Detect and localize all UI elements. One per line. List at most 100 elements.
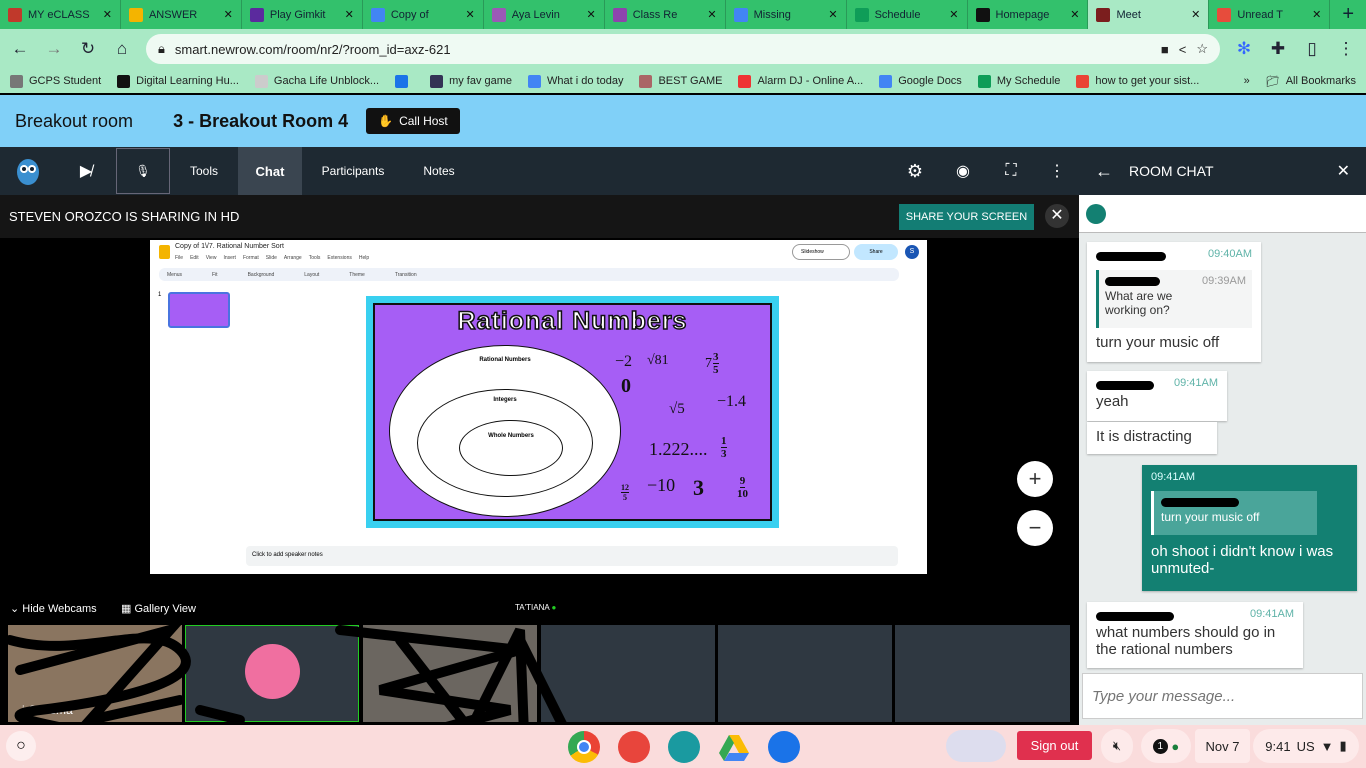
zoom-in-button[interactable]: + — [1017, 461, 1053, 497]
user-camera-icon[interactable]: ◉ — [939, 147, 987, 195]
home-icon[interactable]: ⌂ — [112, 39, 132, 59]
browser-tab[interactable]: Missing ✕ — [726, 0, 847, 29]
chat-header: ← ROOM CHAT ✕ — [1079, 147, 1366, 195]
sharing-bar: STEVEN OROZCO IS SHARING IN HD SHARE YOU… — [0, 195, 1079, 238]
browser-tab[interactable]: Play Gimkit ✕ — [242, 0, 363, 29]
tab-notes[interactable]: Notes — [404, 147, 474, 195]
bookmark[interactable]: Digital Learning Hu... — [117, 74, 239, 88]
classroom-app-icon[interactable] — [668, 731, 700, 763]
launcher-button[interactable]: ○ — [6, 731, 36, 761]
new-tab-button[interactable]: + — [1330, 3, 1366, 26]
close-tab-icon[interactable]: ✕ — [1191, 8, 1200, 21]
close-icon[interactable]: ✕ — [1337, 161, 1350, 181]
drive-icon[interactable] — [718, 731, 750, 763]
menu-icon[interactable]: ⋮ — [1336, 39, 1356, 59]
chat-message: It is distracting — [1087, 422, 1217, 454]
forward-icon[interactable]: → — [44, 39, 64, 59]
canvas-app-icon[interactable] — [618, 731, 650, 763]
zoom-out-button[interactable]: − — [1017, 510, 1053, 546]
close-tab-icon[interactable]: ✕ — [345, 8, 354, 21]
tab-title: ANSWER — [148, 8, 198, 21]
fraction: 35 — [713, 351, 719, 376]
close-tab-icon[interactable]: ✕ — [586, 8, 595, 21]
close-tab-icon[interactable]: ✕ — [466, 8, 475, 21]
message-text: oh shoot i didn't know i was unmuted- — [1151, 543, 1334, 577]
webcam-tile — [718, 625, 892, 722]
back-icon[interactable]: ← — [10, 39, 30, 59]
star-icon[interactable]: ☆ — [1196, 41, 1208, 57]
camera-app-icon[interactable] — [768, 731, 800, 763]
tab-favicon-icon — [733, 7, 748, 22]
bookmark[interactable]: My Schedule — [977, 74, 1060, 88]
gear-icon[interactable]: ⚙ — [891, 147, 939, 195]
tote-thumbnail[interactable] — [946, 730, 1006, 762]
mic-off-icon[interactable]: 🎙︎ — [116, 148, 170, 194]
slide-thumbnail — [168, 292, 230, 328]
browser-tab[interactable]: Copy of ✕ — [363, 0, 484, 29]
close-tab-icon[interactable]: ✕ — [224, 8, 233, 21]
fullscreen-icon[interactable]: ⛶ — [987, 147, 1035, 195]
camera-off-icon[interactable]: ▶︎̸ — [56, 147, 116, 195]
all-bookmarks[interactable]: 📁︎ All Bookmarks — [1266, 75, 1356, 88]
close-tab-icon[interactable]: ✕ — [949, 8, 958, 21]
call-host-button[interactable]: ✋ Call Host — [366, 108, 460, 134]
close-tab-icon[interactable]: ✕ — [1070, 8, 1079, 21]
date[interactable]: Nov 7 — [1195, 729, 1250, 763]
notification-count: 1 — [1152, 738, 1168, 754]
browser-tab[interactable]: Homepage ✕ — [968, 0, 1089, 29]
browser-tab[interactable]: Class Re ✕ — [605, 0, 726, 29]
chat-message-input[interactable] — [1082, 673, 1363, 719]
slides-menu-item: Edit — [190, 255, 199, 261]
chrome-icon[interactable] — [568, 731, 600, 763]
camera-icon[interactable]: ■ — [1161, 42, 1169, 57]
tab-chat[interactable]: Chat — [238, 147, 302, 195]
room-toolbar: ▶︎̸ 🎙︎ Tools Chat Participants Notes ⚙ ◉… — [0, 147, 1079, 195]
browser-tab[interactable]: ANSWER ✕ — [121, 0, 242, 29]
tab-tools[interactable]: Tools — [170, 147, 238, 195]
back-icon[interactable]: ← — [1095, 161, 1113, 182]
browser-tab[interactable]: Aya Levin ✕ — [484, 0, 605, 29]
slides-toolbar: Menus Fit Background Layout Theme Transition — [159, 268, 899, 281]
sign-out-button[interactable]: Sign out — [1017, 731, 1092, 760]
close-tab-icon[interactable]: ✕ — [103, 8, 112, 21]
bookmark[interactable] — [395, 74, 414, 88]
close-icon[interactable]: ✕ — [1045, 204, 1069, 228]
slides-menu-item: Slide — [265, 255, 277, 261]
slide-fraction: 9 10 — [737, 475, 748, 500]
status-tray[interactable]: 9:41 US ▼ ▮ — [1253, 729, 1359, 763]
message-text: what numbers should go in the rational n… — [1096, 624, 1276, 658]
extension-icon[interactable]: ✻ — [1234, 39, 1254, 59]
chat-icon[interactable] — [1086, 203, 1106, 224]
browser-tab[interactable]: Unread T ✕ — [1209, 0, 1331, 29]
bookmark[interactable]: Google Docs — [879, 74, 962, 88]
bookmark[interactable]: my fav game — [430, 74, 512, 88]
bookmark[interactable]: Gacha Life Unblock... — [254, 74, 379, 88]
address-bar[interactable]: 🔒︎ smart.newrow.com/room/nr2/?room_id=axz… — [146, 34, 1220, 64]
bookmark[interactable]: Alarm DJ - Online A... — [738, 74, 863, 88]
browser-tab[interactable]: Schedule ✕ — [847, 0, 968, 29]
volume-mute-icon[interactable]: 🔇︎ — [1101, 729, 1133, 763]
bookmark-favicon-icon — [977, 74, 991, 88]
more-icon[interactable]: ⋮ — [1035, 147, 1079, 195]
notifications-tray[interactable]: 1 ● — [1141, 729, 1191, 763]
tab-participants[interactable]: Participants — [302, 147, 404, 195]
reload-icon[interactable]: ↻ — [78, 39, 98, 59]
tab-favicon-icon — [975, 7, 990, 22]
bookmark[interactable]: What i do today — [528, 74, 623, 88]
bookmark[interactable]: how to get your sist... — [1076, 74, 1199, 88]
close-tab-icon[interactable]: ✕ — [1312, 8, 1321, 21]
close-tab-icon[interactable]: ✕ — [828, 8, 837, 21]
puzzle-icon[interactable]: ✚ — [1268, 39, 1288, 59]
tab-favicon-icon — [128, 7, 143, 22]
close-tab-icon[interactable]: ✕ — [707, 8, 716, 21]
sidepanel-icon[interactable]: ▯ — [1302, 39, 1322, 59]
browser-tab[interactable]: Meet ✕ — [1088, 0, 1210, 29]
browser-tab[interactable]: MY eCLASS ✕ — [0, 0, 121, 29]
share-screen-button[interactable]: SHARE YOUR SCREEN — [899, 204, 1034, 230]
quoted-message: turn your music off — [1161, 510, 1260, 524]
bookmark[interactable]: GCPS Student — [10, 74, 101, 88]
bookmark[interactable]: BEST GAME — [639, 74, 722, 88]
more-bookmarks-icon[interactable]: » — [1244, 75, 1250, 87]
share-icon[interactable]: < — [1179, 42, 1187, 57]
message-text: yeah — [1096, 393, 1129, 410]
